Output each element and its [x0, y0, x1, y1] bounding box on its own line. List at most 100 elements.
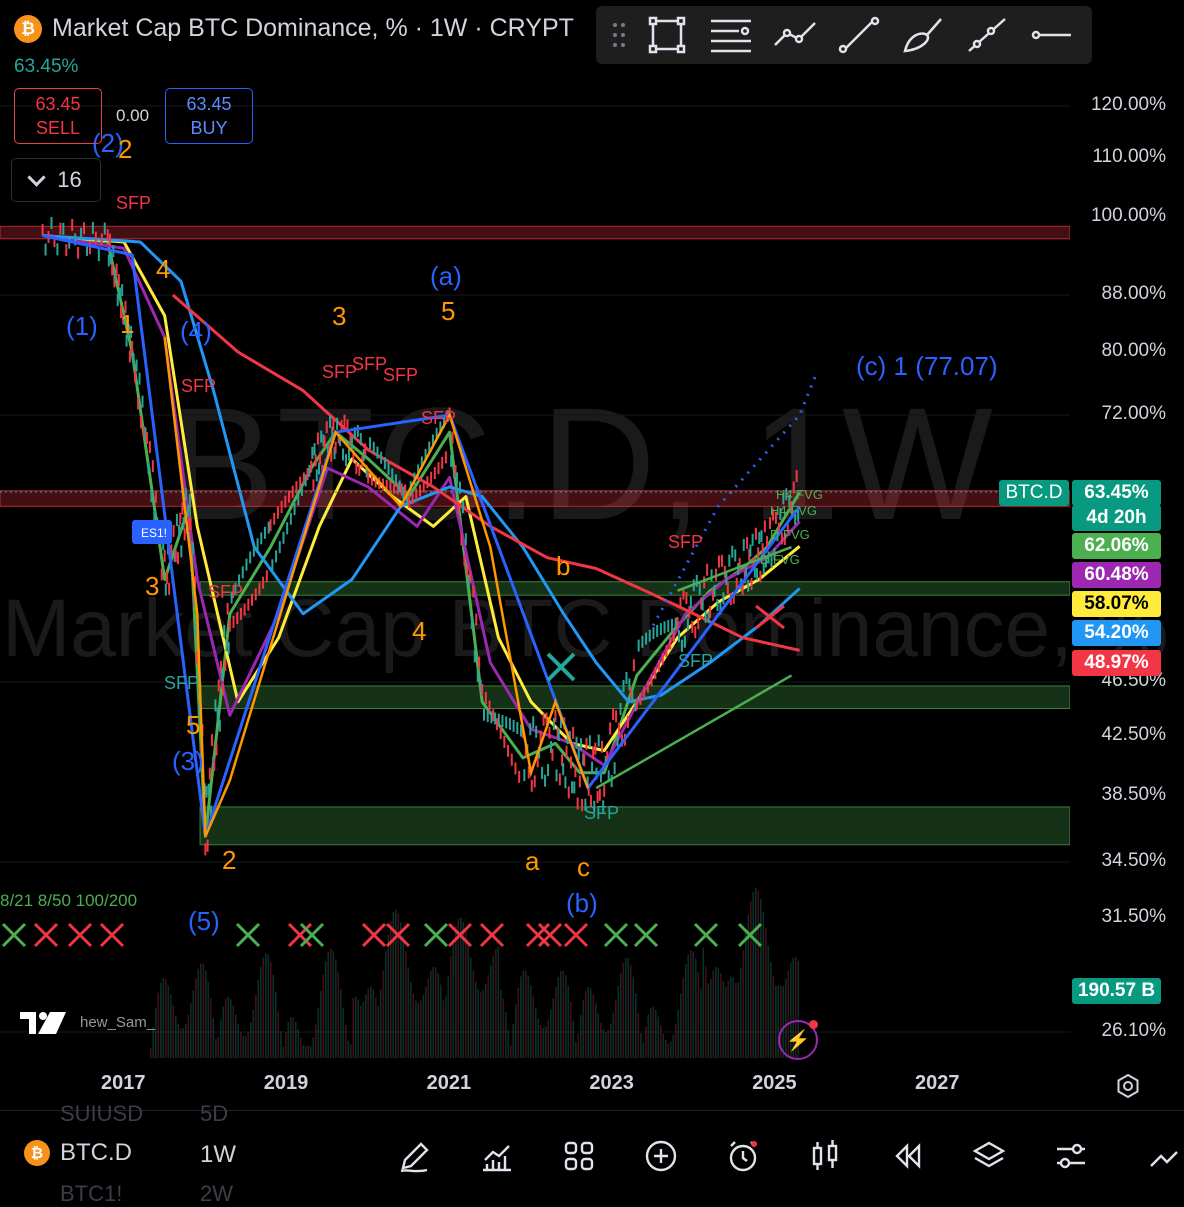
volume-bar: [710, 979, 712, 1058]
volume-bar: [355, 996, 357, 1058]
volume-bar: [292, 1017, 295, 1058]
zone-band: [199, 806, 1070, 846]
volume-bar: [337, 972, 340, 1058]
volume-bar: [352, 997, 355, 1058]
price-axis-label: 72.00%: [1101, 403, 1166, 424]
trend-line-icon[interactable]: [828, 10, 890, 60]
volume-bar: [200, 963, 202, 1058]
volume-bar: [400, 922, 402, 1058]
fvg-label: H4 FVG: [770, 503, 817, 518]
volume-bar: [202, 963, 205, 1058]
volume-bar: [315, 1024, 317, 1058]
price-plot[interactable]: (2)2(1) 14(4)3(3)52(5)3(a)54ba c(b)(c) 1 (…: [0, 0, 1070, 1060]
volume-bar: [410, 981, 412, 1058]
volume-bar: [517, 987, 520, 1058]
volume-bar: [345, 1025, 347, 1058]
price-tag: 4d 20h: [1072, 505, 1161, 531]
volume-bar: [632, 976, 635, 1058]
volume-bar: [187, 1014, 190, 1058]
chart-area[interactable]: BTC.D, 1W Market Cap BTC Dominance, % (2…: [0, 0, 1184, 1110]
price-tag: 190.57 B: [1072, 978, 1161, 1004]
fvg-label: H4 FVG: [776, 487, 823, 502]
alert-icon[interactable]: [720, 1133, 766, 1179]
volume-bar: [712, 970, 715, 1058]
volume-bar: [562, 970, 565, 1058]
volume-bar: [595, 1003, 597, 1058]
pencil-icon[interactable]: [392, 1133, 438, 1179]
symbol-tag: BTC.D: [999, 480, 1069, 506]
volume-bar: [617, 985, 620, 1058]
volume-bar: [692, 951, 695, 1058]
symbol-selector[interactable]: ₿ BTC.D: [24, 1139, 132, 1167]
volume-bar: [160, 982, 162, 1058]
volume-bar: [357, 999, 360, 1058]
volume-bar: [220, 1019, 222, 1058]
volume-bar: [725, 987, 727, 1058]
volume-bar: [447, 976, 450, 1058]
buy-button[interactable]: 63.45 BUY: [165, 88, 253, 144]
volume-bar: [247, 1031, 250, 1058]
settings-sliders-icon[interactable]: [1048, 1133, 1094, 1179]
cross-mark: [235, 922, 261, 948]
volume-bar: [470, 957, 472, 1058]
replay-icon[interactable]: [884, 1133, 930, 1179]
price-axis-label: 120.00%: [1090, 94, 1166, 115]
volume-bar: [505, 1012, 507, 1058]
path-icon[interactable]: [764, 10, 826, 60]
volume-bar: [682, 977, 685, 1058]
volume-bar: [657, 1016, 660, 1058]
volume-bar: [257, 979, 260, 1058]
volume-bar: [455, 926, 457, 1058]
volume-bar: [720, 973, 722, 1058]
candles-icon[interactable]: [802, 1133, 848, 1179]
horizontal-ray-icon[interactable]: [1020, 10, 1082, 60]
price-axis-label: 42.50%: [1101, 724, 1166, 745]
indicator-collapse-button[interactable]: 16: [11, 158, 101, 202]
volume-bar: [467, 943, 470, 1058]
volume-bar: [182, 1028, 185, 1058]
volume-bar: [285, 1032, 287, 1058]
brush-icon[interactable]: [892, 10, 954, 60]
interval-selector[interactable]: 1W: [200, 1141, 236, 1169]
last-change: 63.45%: [14, 56, 79, 77]
volume-bar: [405, 951, 407, 1058]
volume-bar: [565, 975, 567, 1058]
volume-bar: [255, 994, 257, 1058]
volume-bar: [645, 1026, 647, 1058]
plus-icon[interactable]: [638, 1133, 684, 1179]
volume-bar: [727, 980, 730, 1058]
drag-handle-icon[interactable]: [604, 10, 634, 60]
volume-bar: [367, 988, 370, 1058]
volume-bar: [522, 970, 525, 1058]
time-axis-label: 2017: [101, 1072, 146, 1094]
lightning-icon[interactable]: ⚡: [778, 1020, 818, 1060]
volume-bar: [690, 949, 692, 1058]
volume-bar: [375, 997, 377, 1058]
fvg-label: D FVG: [760, 552, 800, 567]
wave-label: (3): [172, 746, 204, 776]
volume-bar: [495, 949, 497, 1058]
volume-bar: [587, 986, 590, 1058]
volume-bar: [295, 1021, 297, 1058]
layers-icon[interactable]: [966, 1133, 1012, 1179]
volume-bar: [265, 952, 267, 1058]
volume-bar: [302, 1045, 305, 1058]
symbol-header[interactable]: ₿ Market Cap BTC Dominance, % · 1W · CRY…: [14, 14, 574, 43]
settings-gear-icon[interactable]: [1114, 1072, 1142, 1100]
more-icon[interactable]: [1140, 1133, 1184, 1179]
volume-bar: [307, 1045, 310, 1058]
volume-bar: [300, 1037, 302, 1058]
chart-type-icon[interactable]: [474, 1133, 520, 1179]
wave-label: 2: [222, 845, 236, 875]
volume-bar: [445, 996, 447, 1058]
sell-button[interactable]: 63.45 SELL: [14, 88, 102, 144]
fib-lines-icon[interactable]: [700, 10, 762, 60]
volume-bar: [230, 999, 232, 1058]
sfp-label: SFP: [352, 354, 387, 374]
rectangle-icon[interactable]: [636, 10, 698, 60]
grid-icon[interactable]: [556, 1133, 602, 1179]
volume-bar: [662, 1033, 665, 1058]
volume-bar: [250, 1022, 252, 1058]
volume-bar: [240, 1031, 242, 1058]
ray-icon[interactable]: [956, 10, 1018, 60]
